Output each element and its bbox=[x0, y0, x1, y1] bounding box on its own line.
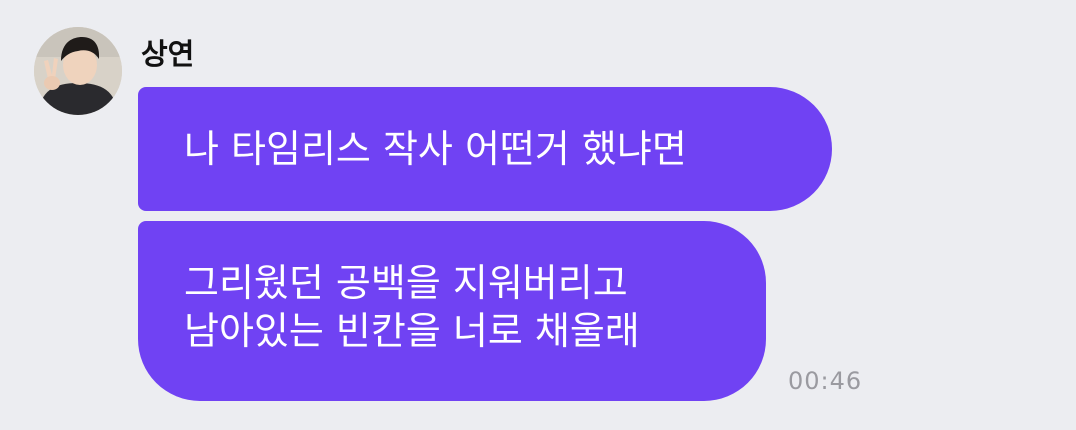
sender-name: 상연 bbox=[141, 37, 195, 71]
message-text: 남아있는 빈칸을 너로 채울래 bbox=[184, 309, 640, 353]
avatar[interactable] bbox=[34, 27, 122, 115]
message-text: 나 타임리스 작사 어떤거 했냐면 bbox=[184, 127, 687, 171]
message-bubble[interactable]: 나 타임리스 작사 어떤거 했냐면 bbox=[138, 87, 832, 211]
message-timestamp: 00:46 bbox=[788, 367, 863, 395]
profile-photo bbox=[34, 27, 122, 115]
message-bubble[interactable]: 그리웠던 공백을 지워버리고 남아있는 빈칸을 너로 채울래 bbox=[138, 221, 766, 401]
message-text: 그리웠던 공백을 지워버리고 bbox=[184, 261, 628, 305]
